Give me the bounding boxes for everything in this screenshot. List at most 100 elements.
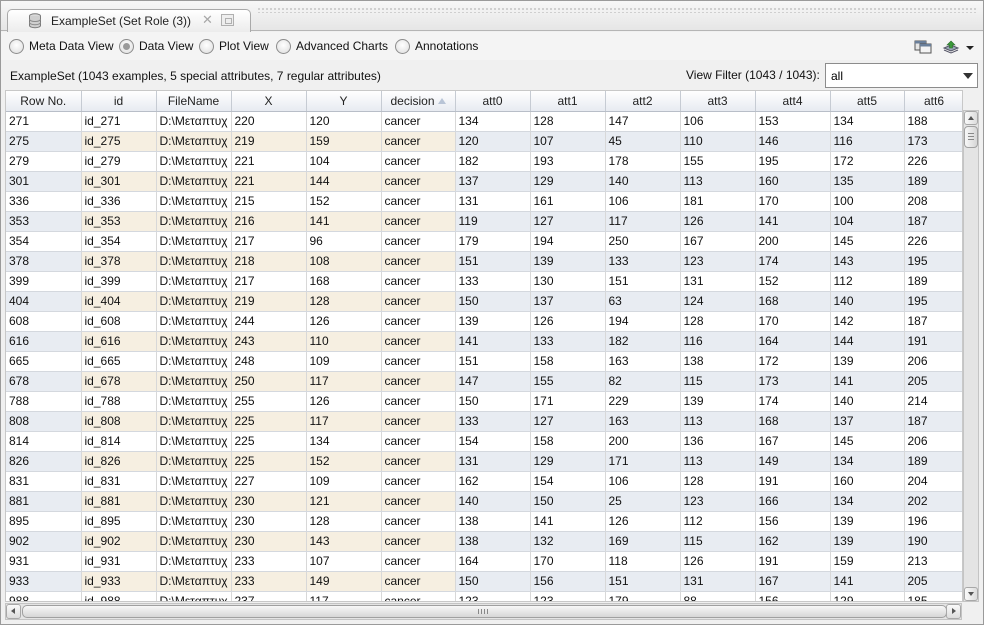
table-row[interactable]: 336 id_336 D:\Μεταπτυχ 215 152 cancer 131 161 10… [6, 191, 962, 212]
table-cell[interactable]: 133 [530, 331, 606, 352]
table-cell[interactable]: id_665 [81, 351, 157, 372]
table-cell[interactable]: 131 [680, 571, 756, 592]
table-cell[interactable]: 151 [605, 271, 681, 292]
table-cell[interactable]: id_354 [81, 231, 157, 252]
table-cell[interactable]: 788 [6, 391, 82, 412]
table-cell[interactable]: 117 [306, 371, 382, 392]
table-cell[interactable]: 182 [605, 331, 681, 352]
table-row[interactable]: 354 id_354 D:\Μεταπτυχ 217 96 cancer 179 194 250… [6, 231, 962, 252]
table-cell[interactable]: cancer [381, 351, 456, 372]
table-cell[interactable]: 104 [306, 151, 382, 172]
table-cell[interactable]: D:\Μεταπτυχ [156, 351, 232, 372]
table-cell[interactable]: cancer [381, 551, 456, 572]
table-cell[interactable]: 164 [455, 551, 531, 572]
table-cell[interactable]: 217 [231, 271, 307, 292]
table-cell[interactable]: D:\Μεταπτυχ [156, 171, 232, 192]
table-cell[interactable]: 141 [755, 211, 831, 232]
table-cell[interactable]: 108 [306, 251, 382, 272]
scroll-left-button[interactable] [6, 604, 21, 619]
table-cell[interactable]: 156 [755, 511, 831, 532]
table-cell[interactable]: 139 [455, 311, 531, 332]
scroll-up-button[interactable] [964, 111, 978, 125]
table-cell[interactable]: 109 [306, 351, 382, 372]
table-row[interactable]: 881 id_881 D:\Μεταπτυχ 230 121 cancer 140 150 25… [6, 491, 962, 512]
table-cell[interactable]: 225 [231, 411, 307, 432]
table-cell[interactable]: 221 [231, 151, 307, 172]
table-cell[interactable]: 128 [680, 311, 756, 332]
table-cell[interactable]: 147 [605, 111, 681, 132]
table-cell[interactable]: D:\Μεταπτυχ [156, 271, 232, 292]
table-cell[interactable]: id_933 [81, 571, 157, 592]
export-icon[interactable] [942, 40, 960, 54]
table-cell[interactable]: 135 [830, 171, 905, 192]
table-cell[interactable]: 116 [680, 331, 756, 352]
table-cell[interactable]: 132 [530, 531, 606, 552]
table-cell[interactable]: 153 [755, 111, 831, 132]
table-cell[interactable]: D:\Μεταπτυχ [156, 471, 232, 492]
table-cell[interactable]: 172 [755, 351, 831, 372]
table-cell[interactable]: 151 [605, 571, 681, 592]
table-cell[interactable]: 250 [605, 231, 681, 252]
table-cell[interactable]: 143 [830, 251, 905, 272]
table-cell[interactable]: D:\Μεταπτυχ [156, 571, 232, 592]
table-cell[interactable]: 143 [306, 531, 382, 552]
table-cell[interactable]: cancer [381, 591, 456, 601]
table-row[interactable]: 931 id_931 D:\Μεταπτυχ 233 107 cancer 164 170 11… [6, 551, 962, 572]
table-cell[interactable]: 139 [530, 251, 606, 272]
table-cell[interactable]: 120 [306, 111, 382, 132]
column-header-y[interactable]: Y [306, 91, 382, 112]
table-cell[interactable]: 123 [530, 591, 606, 601]
table-cell[interactable]: id_271 [81, 111, 157, 132]
table-cell[interactable]: 171 [605, 451, 681, 472]
close-icon[interactable]: ✕ [201, 13, 214, 26]
table-cell[interactable]: 121 [306, 491, 382, 512]
table-cell[interactable]: 113 [680, 411, 756, 432]
table-cell[interactable]: 194 [530, 231, 606, 252]
table-cell[interactable]: id_931 [81, 551, 157, 572]
table-row[interactable]: 933 id_933 D:\Μεταπτυχ 233 149 cancer 150 156 15… [6, 571, 962, 592]
table-cell[interactable]: 169 [605, 531, 681, 552]
table-row[interactable]: 353 id_353 D:\Μεταπτυχ 216 141 cancer 119 127 11… [6, 211, 962, 232]
table-cell[interactable]: 140 [605, 171, 681, 192]
table-cell[interactable]: 129 [530, 451, 606, 472]
table-cell[interactable]: 155 [680, 151, 756, 172]
table-cell[interactable]: 154 [455, 431, 531, 452]
table-cell[interactable]: 152 [755, 271, 831, 292]
table-cell[interactable]: 665 [6, 351, 82, 372]
table-cell[interactable]: 202 [904, 491, 962, 512]
dropdown-arrow-icon[interactable] [964, 40, 976, 54]
table-cell[interactable]: 167 [755, 571, 831, 592]
table-cell[interactable]: cancer [381, 311, 456, 332]
table-cell[interactable]: cancer [381, 531, 456, 552]
table-cell[interactable]: 200 [755, 231, 831, 252]
table-cell[interactable]: 138 [455, 511, 531, 532]
table-cell[interactable]: 230 [231, 531, 307, 552]
table-cell[interactable]: 189 [904, 271, 962, 292]
table-cell[interactable]: 128 [530, 111, 606, 132]
table-cell[interactable]: 808 [6, 411, 82, 432]
table-cell[interactable]: 144 [306, 171, 382, 192]
vertical-scrollbar[interactable] [963, 110, 979, 602]
table-cell[interactable]: 151 [455, 351, 531, 372]
table-cell[interactable]: 219 [231, 291, 307, 312]
table-cell[interactable]: id_399 [81, 271, 157, 292]
table-cell[interactable]: D:\Μεταπτυχ [156, 531, 232, 552]
table-cell[interactable]: 404 [6, 291, 82, 312]
table-cell[interactable]: 134 [830, 451, 905, 472]
table-cell[interactable]: cancer [381, 571, 456, 592]
table-cell[interactable]: 149 [755, 451, 831, 472]
table-row[interactable]: 271 id_271 D:\Μεταπτυχ 220 120 cancer 134 128 14… [6, 111, 962, 132]
table-cell[interactable]: 134 [306, 431, 382, 452]
table-cell[interactable]: 131 [680, 271, 756, 292]
table-cell[interactable]: 229 [605, 391, 681, 412]
table-row[interactable]: 814 id_814 D:\Μεταπτυχ 225 134 cancer 154 158 20… [6, 431, 962, 452]
table-cell[interactable]: id_616 [81, 331, 157, 352]
table-cell[interactable]: 227 [231, 471, 307, 492]
table-cell[interactable]: D:\Μεταπτυχ [156, 311, 232, 332]
scroll-right-button[interactable] [946, 604, 961, 619]
table-cell[interactable]: D:\Μεταπτυχ [156, 211, 232, 232]
table-cell[interactable]: 133 [455, 411, 531, 432]
table-cell[interactable]: cancer [381, 431, 456, 452]
table-cell[interactable]: D:\Μεταπτυχ [156, 451, 232, 472]
table-cell[interactable]: 168 [306, 271, 382, 292]
